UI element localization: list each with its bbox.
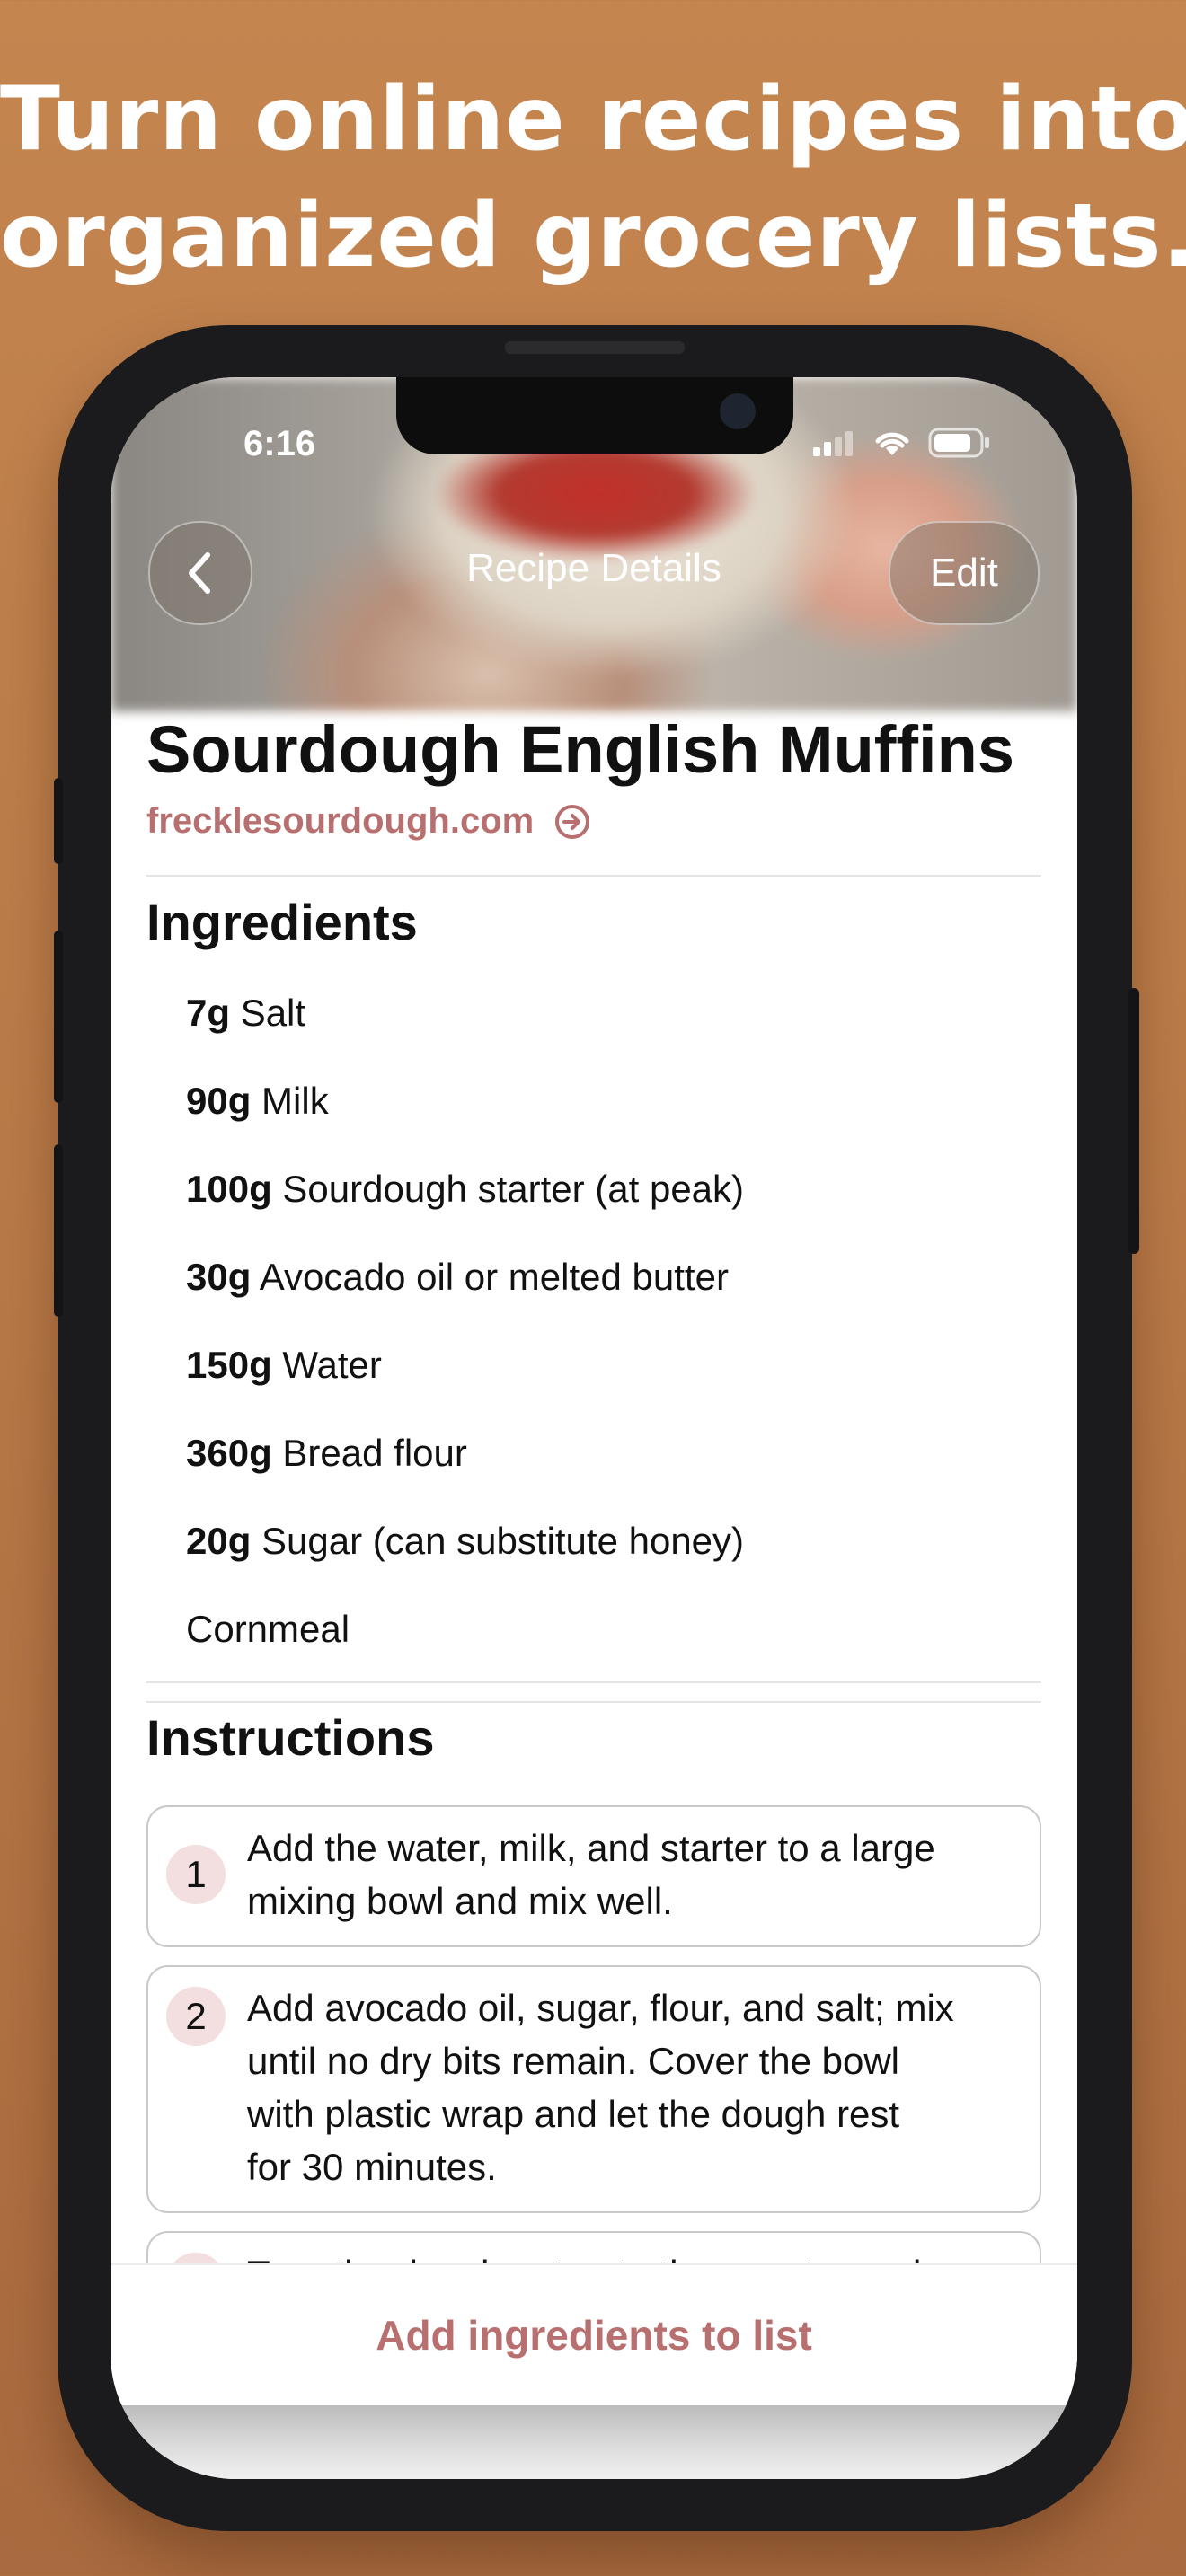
- ingredient-qty: 20g: [186, 1520, 252, 1562]
- phone-top-speaker: [505, 341, 685, 354]
- ingredients-heading: Ingredients: [146, 894, 418, 950]
- ingredient-name: Salt: [240, 992, 306, 1034]
- add-ingredients-button[interactable]: Add ingredients to list: [111, 2265, 1077, 2405]
- edit-button-label: Edit: [930, 551, 998, 595]
- cellular-signal-icon: [813, 431, 853, 456]
- headline-line-2: organized grocery lists.: [0, 185, 1186, 287]
- source-link[interactable]: frecklesourdough.com: [146, 801, 591, 842]
- divider: [146, 875, 1041, 877]
- headline-line-1: Turn online recipes into: [0, 68, 1186, 171]
- ingredient-item: 30g Avocado oil or melted butter: [186, 1256, 729, 1299]
- status-time: 6:16: [243, 424, 316, 463]
- status-icons: [811, 428, 991, 458]
- step-line: with plastic wrap and let the dough rest: [247, 2093, 900, 2135]
- divider: [146, 1681, 1041, 1683]
- recipe-title: Sourdough English Muffins: [146, 712, 1014, 787]
- ingredient-item: 20g Sugar (can substitute honey): [186, 1520, 744, 1563]
- battery-icon: [928, 428, 989, 458]
- step-line: Add avocado oil, sugar, flour, and salt;…: [247, 1987, 954, 2029]
- ingredient-name: Milk: [261, 1080, 329, 1122]
- ingredient-item: 90g Milk: [186, 1080, 329, 1123]
- ingredient-qty: 7g: [186, 992, 231, 1034]
- arrow-circle-right-icon: [555, 804, 590, 839]
- phone-power-button: [1128, 988, 1139, 1254]
- ingredient-item: 100g Sourdough starter (at peak): [186, 1168, 744, 1211]
- step-line: for 30 minutes.: [247, 2146, 497, 2188]
- step-line: mixing bowl and mix well.: [247, 1880, 673, 1922]
- home-indicator-area: [111, 2405, 1077, 2479]
- phone-volume-up: [54, 931, 63, 1103]
- step-line: until no dry bits remain. Cover the bowl: [247, 2040, 899, 2082]
- divider: [146, 1701, 1041, 1703]
- instruction-step[interactable]: 2 Add avocado oil, sugar, flour, and sal…: [146, 1965, 1041, 2213]
- step-text: Add avocado oil, sugar, flour, and salt;…: [247, 1981, 1022, 2193]
- ingredient-name: Avocado oil or melted butter: [259, 1256, 729, 1298]
- ingredient-name: Sugar (can substitute honey): [261, 1520, 745, 1562]
- front-camera: [720, 393, 756, 429]
- bottom-action-bar: Add ingredients to list: [111, 2265, 1077, 2405]
- step-line: Add the water, milk, and starter to a la…: [247, 1827, 935, 1869]
- edit-button[interactable]: Edit: [889, 521, 1040, 625]
- ingredient-qty: 100g: [186, 1168, 272, 1210]
- phone-silent-switch: [54, 778, 63, 864]
- ingredient-name: Water: [282, 1344, 382, 1386]
- wifi-icon: [875, 432, 909, 455]
- ingredient-item: 360g Bread flour: [186, 1432, 467, 1475]
- ingredient-item: 150g Water: [186, 1344, 382, 1387]
- marketing-headline: Turn online recipes into organized groce…: [0, 61, 1186, 295]
- ingredient-qty: 90g: [186, 1080, 252, 1122]
- ingredient-name: Cornmeal: [186, 1608, 350, 1650]
- ingredient-qty: 150g: [186, 1344, 272, 1386]
- ingredient-item: 7g Salt: [186, 992, 305, 1035]
- ingredient-name: Bread flour: [282, 1432, 467, 1474]
- step-number-badge: 1: [166, 1845, 226, 1904]
- source-link-label: frecklesourdough.com: [146, 801, 535, 841]
- ingredient-qty: 30g: [186, 1256, 252, 1298]
- step-number-badge: 2: [166, 1987, 226, 2046]
- phone-volume-down: [54, 1144, 63, 1317]
- phone-screen: 6:16 Recipe Details Edit Sourdough Engli…: [111, 377, 1077, 2479]
- instructions-heading: Instructions: [146, 1709, 435, 1766]
- notch: [396, 377, 793, 454]
- ingredient-name: Sourdough starter (at peak): [282, 1168, 745, 1210]
- ingredient-qty: 360g: [186, 1432, 272, 1474]
- instruction-step[interactable]: 1 Add the water, milk, and starter to a …: [146, 1805, 1041, 1947]
- step-text: Add the water, milk, and starter to a la…: [247, 1822, 1022, 1928]
- ingredient-item: Cornmeal: [186, 1608, 350, 1651]
